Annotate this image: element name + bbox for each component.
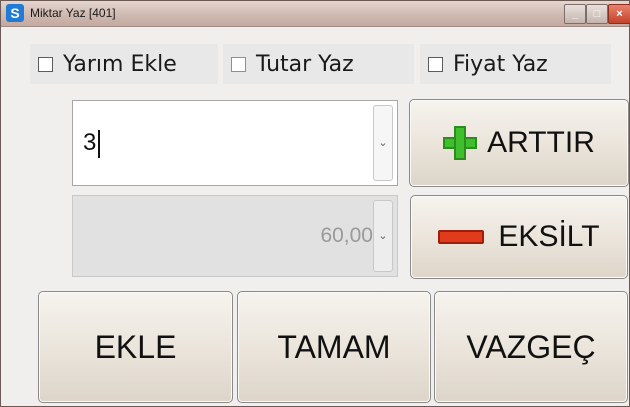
vazgec-button[interactable]: VAZGEÇ — [434, 291, 628, 403]
quantity-combo[interactable]: 3 ⌄ — [72, 100, 398, 186]
vazgec-label: VAZGEÇ — [466, 328, 596, 365]
chevron-down-icon: ⌄ — [378, 229, 388, 242]
minus-icon — [438, 230, 485, 244]
quantity-dropdown-button[interactable]: ⌄ — [373, 105, 393, 181]
tamam-button[interactable]: TAMAM — [237, 291, 431, 403]
maximize-button[interactable]: □ — [586, 4, 608, 24]
app-logo-icon: S — [6, 4, 24, 22]
fiyat-yaz-label: Fiyat Yaz — [453, 51, 548, 77]
ekle-button[interactable]: EKLE — [38, 291, 233, 403]
yarim-ekle-label: Yarım Ekle — [63, 51, 177, 77]
quantity-value: 3 — [83, 129, 97, 156]
price-combo: 60,00 ⌄ — [72, 195, 398, 277]
tamam-label: TAMAM — [277, 328, 391, 365]
price-value: 60,00 — [320, 224, 373, 247]
price-dropdown-button: ⌄ — [373, 200, 393, 272]
arttir-label: ARTTIR — [487, 126, 595, 159]
yarim-ekle-option[interactable]: Yarım Ekle — [30, 44, 218, 84]
plus-icon — [443, 126, 478, 160]
miktar-yaz-window: S Miktar Yaz [401] _ □ × Yarım Ekle Tuta… — [0, 0, 630, 407]
ekle-label: EKLE — [94, 328, 177, 365]
fiyat-yaz-checkbox[interactable] — [428, 56, 443, 72]
tutar-yaz-label: Tutar Yaz — [256, 51, 354, 77]
quantity-input-wrap[interactable]: 3 — [83, 101, 359, 185]
close-button[interactable]: × — [608, 4, 630, 24]
fiyat-yaz-option[interactable]: Fiyat Yaz — [420, 44, 611, 84]
chevron-down-icon: ⌄ — [378, 136, 388, 149]
eksilt-button[interactable]: EKSİLT — [410, 195, 628, 279]
arttir-button[interactable]: ARTTIR — [409, 99, 629, 187]
title-bar[interactable]: S Miktar Yaz [401] _ □ × — [1, 1, 630, 27]
tutar-yaz-checkbox[interactable] — [231, 56, 246, 72]
window-title: Miktar Yaz [401] — [30, 6, 116, 20]
minimize-button[interactable]: _ — [564, 4, 586, 24]
text-caret — [98, 129, 101, 158]
yarim-ekle-checkbox[interactable] — [38, 56, 53, 72]
tutar-yaz-option[interactable]: Tutar Yaz — [223, 44, 414, 84]
eksilt-label: EKSİLT — [498, 220, 600, 253]
